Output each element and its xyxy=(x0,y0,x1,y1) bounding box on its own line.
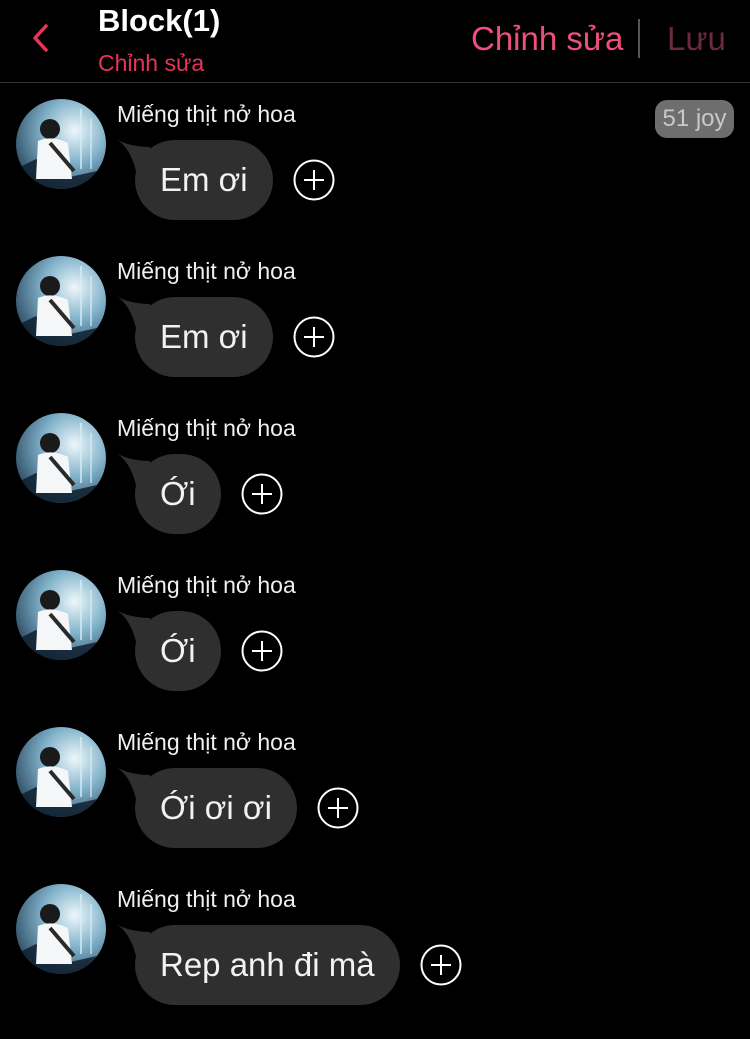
avatar[interactable] xyxy=(16,99,106,189)
message-bubble[interactable]: Em ơi xyxy=(135,140,273,220)
plus-circle-icon xyxy=(241,473,283,515)
add-reaction-button[interactable] xyxy=(241,473,283,515)
page-subtitle: Chỉnh sửa xyxy=(98,50,205,76)
chevron-left-icon xyxy=(33,24,48,52)
message-row: Miếng thịt nở hoa Ới xyxy=(0,556,750,713)
plus-circle-icon xyxy=(293,316,335,358)
plus-circle-icon xyxy=(317,787,359,829)
plus-circle-icon xyxy=(241,630,283,672)
header-divider xyxy=(638,19,640,58)
message-bubble[interactable]: Ới ơi ơi xyxy=(135,768,297,848)
message-bubble[interactable]: Ới xyxy=(135,454,221,534)
add-reaction-button[interactable] xyxy=(241,630,283,672)
add-reaction-button[interactable] xyxy=(317,787,359,829)
page-title: Block(1) xyxy=(98,3,221,38)
message-row: Miếng thịt nở hoa Ới xyxy=(0,399,750,556)
message-bubble[interactable]: Ới xyxy=(135,611,221,691)
message-row: Miếng thịt nở hoa Em ơi xyxy=(0,242,750,399)
sender-name: Miếng thịt nở hoa xyxy=(117,101,296,127)
avatar[interactable] xyxy=(16,570,106,660)
message-row: Miếng thịt nở hoa Ới ơi ơi xyxy=(0,713,750,870)
sender-name: Miếng thịt nở hoa xyxy=(117,886,296,912)
top-bar: Block(1) Chỉnh sửa Chỉnh sửa Lưu xyxy=(0,0,750,83)
sender-name: Miếng thịt nở hoa xyxy=(117,258,296,284)
edit-button[interactable]: Chỉnh sửa xyxy=(471,20,623,58)
add-reaction-button[interactable] xyxy=(293,316,335,358)
plus-circle-icon xyxy=(293,159,335,201)
avatar[interactable] xyxy=(16,256,106,346)
back-button[interactable] xyxy=(22,18,62,58)
save-button[interactable]: Lưu xyxy=(667,20,726,58)
sender-name: Miếng thịt nở hoa xyxy=(117,572,296,598)
message-bubble[interactable]: Em ơi xyxy=(135,297,273,377)
avatar[interactable] xyxy=(16,884,106,974)
avatar[interactable] xyxy=(16,413,106,503)
message-row: Miếng thịt nở hoa Em ơi xyxy=(0,85,750,242)
message-row: Miếng thịt nở hoa Rep anh đi mà xyxy=(0,870,750,1027)
sender-name: Miếng thịt nở hoa xyxy=(117,729,296,755)
sender-name: Miếng thịt nở hoa xyxy=(117,415,296,441)
add-reaction-button[interactable] xyxy=(293,159,335,201)
avatar[interactable] xyxy=(16,727,106,817)
add-reaction-button[interactable] xyxy=(420,944,462,986)
message-bubble[interactable]: Rep anh đi mà xyxy=(135,925,400,1005)
plus-circle-icon xyxy=(420,944,462,986)
